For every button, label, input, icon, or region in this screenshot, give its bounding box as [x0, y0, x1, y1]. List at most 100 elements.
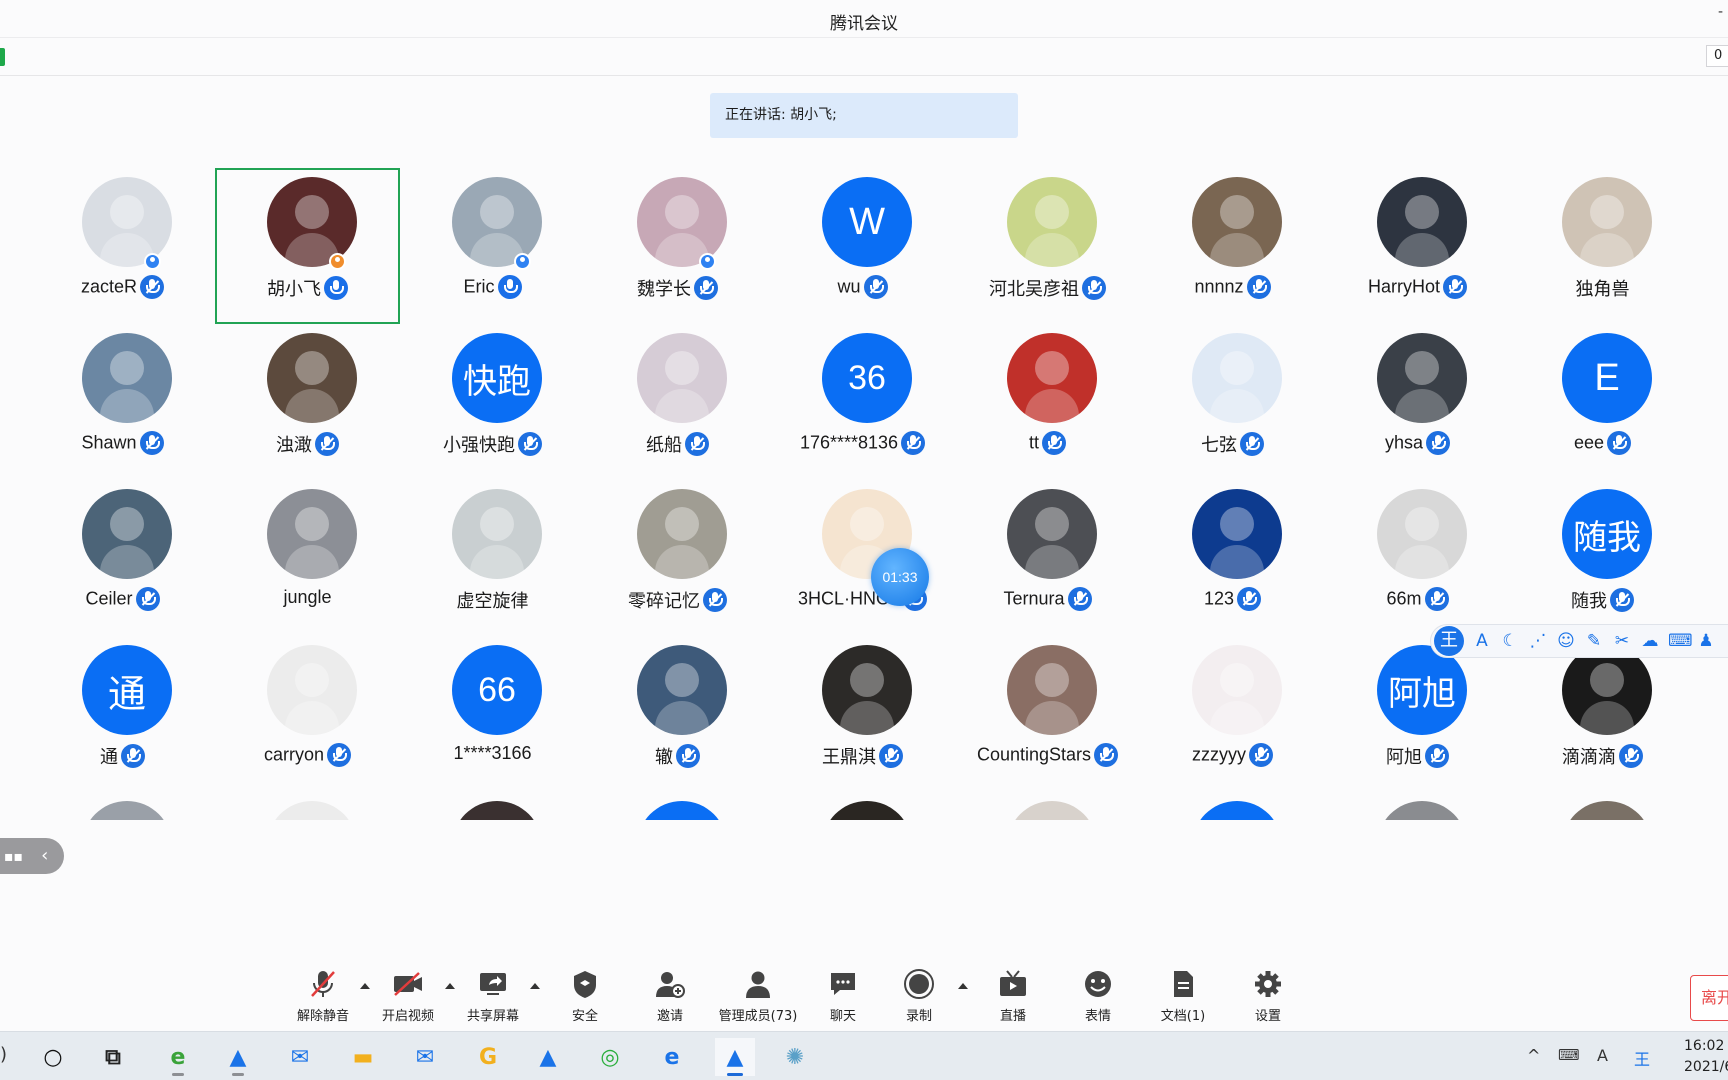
participant-tile[interactable]: 魏学长: [585, 168, 770, 324]
taskbar-task-view-icon[interactable]: ⧉: [93, 1038, 133, 1076]
ime-font-icon[interactable]: A: [1472, 631, 1492, 651]
chevron-up-icon[interactable]: ^: [1527, 1046, 1540, 1065]
clock-date: 2021/6/: [1684, 1059, 1728, 1075]
participant-tile[interactable]: zacteR: [30, 168, 215, 324]
ime-user-icon[interactable]: ♟: [1696, 631, 1716, 651]
participant-tile-partial[interactable]: [1140, 792, 1325, 820]
taskbar-file-explorer-icon[interactable]: ▬: [343, 1038, 383, 1076]
docs-button[interactable]: 文档(1): [1143, 967, 1223, 1024]
ime-pen-icon[interactable]: ✎: [1584, 631, 1604, 651]
participant-tile[interactable]: CountingStars: [955, 636, 1140, 792]
participant-tile-partial[interactable]: [955, 792, 1140, 820]
participant-tile[interactable]: 王鼎淇: [770, 636, 955, 792]
participant-name-row: 七弦: [1140, 431, 1325, 457]
cohost-badge-icon: [699, 253, 716, 270]
network-signal-icon[interactable]: [0, 48, 5, 66]
taskbar-ie-icon[interactable]: e: [158, 1038, 198, 1076]
participant-tile[interactable]: 河北吴彦祖: [955, 168, 1140, 324]
call-timer-bubble[interactable]: 01:33: [871, 548, 929, 606]
participant-tile[interactable]: 零碎记忆: [585, 480, 770, 636]
participant-tile[interactable]: Eeee: [1510, 324, 1695, 480]
ime-cloud-icon[interactable]: ☁: [1640, 631, 1660, 651]
participant-tile-partial[interactable]: [215, 792, 400, 820]
taskbar-app-g-icon[interactable]: G: [468, 1038, 508, 1076]
ime-scissors-icon[interactable]: ✂: [1612, 631, 1632, 651]
live-button[interactable]: 直播: [973, 967, 1053, 1024]
participant-tile[interactable]: 随我 随我: [1510, 480, 1695, 636]
participant-tile[interactable]: 胡小飞: [215, 168, 400, 324]
record-button[interactable]: 录制: [879, 967, 959, 1024]
taskbar-app-swirl-icon[interactable]: ✺: [775, 1038, 815, 1076]
record-options-caret[interactable]: [958, 983, 968, 989]
participant-tile[interactable]: tt: [955, 324, 1140, 480]
taskbar-edge-icon[interactable]: e: [652, 1038, 692, 1076]
record-label: 录制: [905, 1009, 932, 1024]
participant-tile[interactable]: 辙: [585, 636, 770, 792]
participant-tile[interactable]: 滴滴滴: [1510, 636, 1695, 792]
keyboard-icon[interactable]: ⌨: [1558, 1046, 1580, 1064]
emoji-button[interactable]: 表情: [1058, 967, 1138, 1024]
participant-tile[interactable]: 独角兽: [1510, 168, 1695, 324]
ime-smiley-icon[interactable]: ☺: [1556, 631, 1576, 651]
participant-tile[interactable]: Ceiler: [30, 480, 215, 636]
participant-tile[interactable]: 虚空旋律: [400, 480, 585, 636]
participant-tile[interactable]: yhsa: [1325, 324, 1510, 480]
system-clock[interactable]: 16:02 2021/6/: [1684, 1036, 1728, 1078]
avatar: [1377, 333, 1467, 423]
taskbar-mail-icon[interactable]: ✉: [405, 1038, 445, 1076]
taskbar-tencent-meeting-icon[interactable]: ▲: [218, 1038, 258, 1076]
participant-tile[interactable]: 3HCL·HNO3: [770, 480, 955, 636]
participant-tile[interactable]: 66 1****3166: [400, 636, 585, 792]
taskbar-cortana-icon[interactable]: ○: [33, 1038, 73, 1076]
ime-sogou-icon[interactable]: 王: [1634, 1046, 1650, 1070]
chat-button[interactable]: 聊天: [803, 967, 883, 1024]
invite-button[interactable]: 邀请: [630, 967, 710, 1024]
start-video-button[interactable]: 开启视频: [368, 967, 448, 1024]
participant-tile[interactable]: 浊澉: [215, 324, 400, 480]
ime-keyboard-icon[interactable]: ⌨: [1668, 631, 1693, 651]
participant-name: HarryHot: [1367, 276, 1440, 297]
participant-tile[interactable]: Wwu: [770, 168, 955, 324]
participant-tile[interactable]: jungle: [215, 480, 400, 636]
participant-tile-partial[interactable]: [1510, 792, 1695, 820]
manage-members-label: 管理成员(73): [718, 1009, 798, 1024]
participant-tile-partial[interactable]: [30, 792, 215, 820]
participant-tile[interactable]: Ternura: [955, 480, 1140, 636]
unmute-button[interactable]: 解除静音: [283, 967, 363, 1024]
participant-tile[interactable]: 纸船: [585, 324, 770, 480]
participant-tile[interactable]: 快跑 小强快跑: [400, 324, 585, 480]
participant-tile[interactable]: carryon: [215, 636, 400, 792]
participant-tile[interactable]: 阿旭 阿旭: [1325, 636, 1510, 792]
security-button[interactable]: 安全: [545, 967, 625, 1024]
share-options-caret[interactable]: [530, 983, 540, 989]
ime-moon-icon[interactable]: ☾: [1500, 631, 1520, 651]
leave-meeting-button[interactable]: 离开: [1690, 975, 1728, 1021]
participant-tile-partial[interactable]: [770, 792, 955, 820]
participant-tile[interactable]: zzzyyy: [1140, 636, 1325, 792]
ime-logo-icon[interactable]: 王: [1434, 626, 1464, 656]
participant-tile-partial[interactable]: [1325, 792, 1510, 820]
participant-tile[interactable]: 36 176****8136: [770, 324, 955, 480]
share-screen-button[interactable]: 共享屏幕: [453, 967, 533, 1024]
manage-members-button[interactable]: 管理成员(73): [718, 967, 798, 1024]
taskbar-lark-icon[interactable]: ✉: [280, 1038, 320, 1076]
ime-punctuation-icon[interactable]: ⋰: [1528, 631, 1548, 651]
taskbar-tencent-meeting-active-icon[interactable]: ▲: [715, 1038, 755, 1076]
participant-tile-partial[interactable]: [585, 792, 770, 820]
chat-drawer-toggle[interactable]: ▪▪ ‹: [0, 838, 64, 874]
participant-tile-partial[interactable]: [400, 792, 585, 820]
taskbar-tencent-meeting-icon-2[interactable]: ▲: [528, 1038, 568, 1076]
settings-button[interactable]: 设置: [1228, 967, 1308, 1024]
participant-tile[interactable]: 66m: [1325, 480, 1510, 636]
participant-tile[interactable]: HarryHot: [1325, 168, 1510, 324]
search-partial-icon[interactable]: ): [0, 1044, 7, 1065]
participant-tile[interactable]: nnnnz: [1140, 168, 1325, 324]
ime-indicator-icon[interactable]: A: [1597, 1046, 1608, 1065]
participant-tile[interactable]: Shawn: [30, 324, 215, 480]
participant-tile[interactable]: Eric: [400, 168, 585, 324]
participant-tile[interactable]: 123: [1140, 480, 1325, 636]
participant-tile[interactable]: 七弦: [1140, 324, 1325, 480]
minimize-button[interactable]: -: [1718, 4, 1728, 20]
taskbar-wechat-icon[interactable]: ◎: [590, 1038, 630, 1076]
participant-tile[interactable]: 通通: [30, 636, 215, 792]
